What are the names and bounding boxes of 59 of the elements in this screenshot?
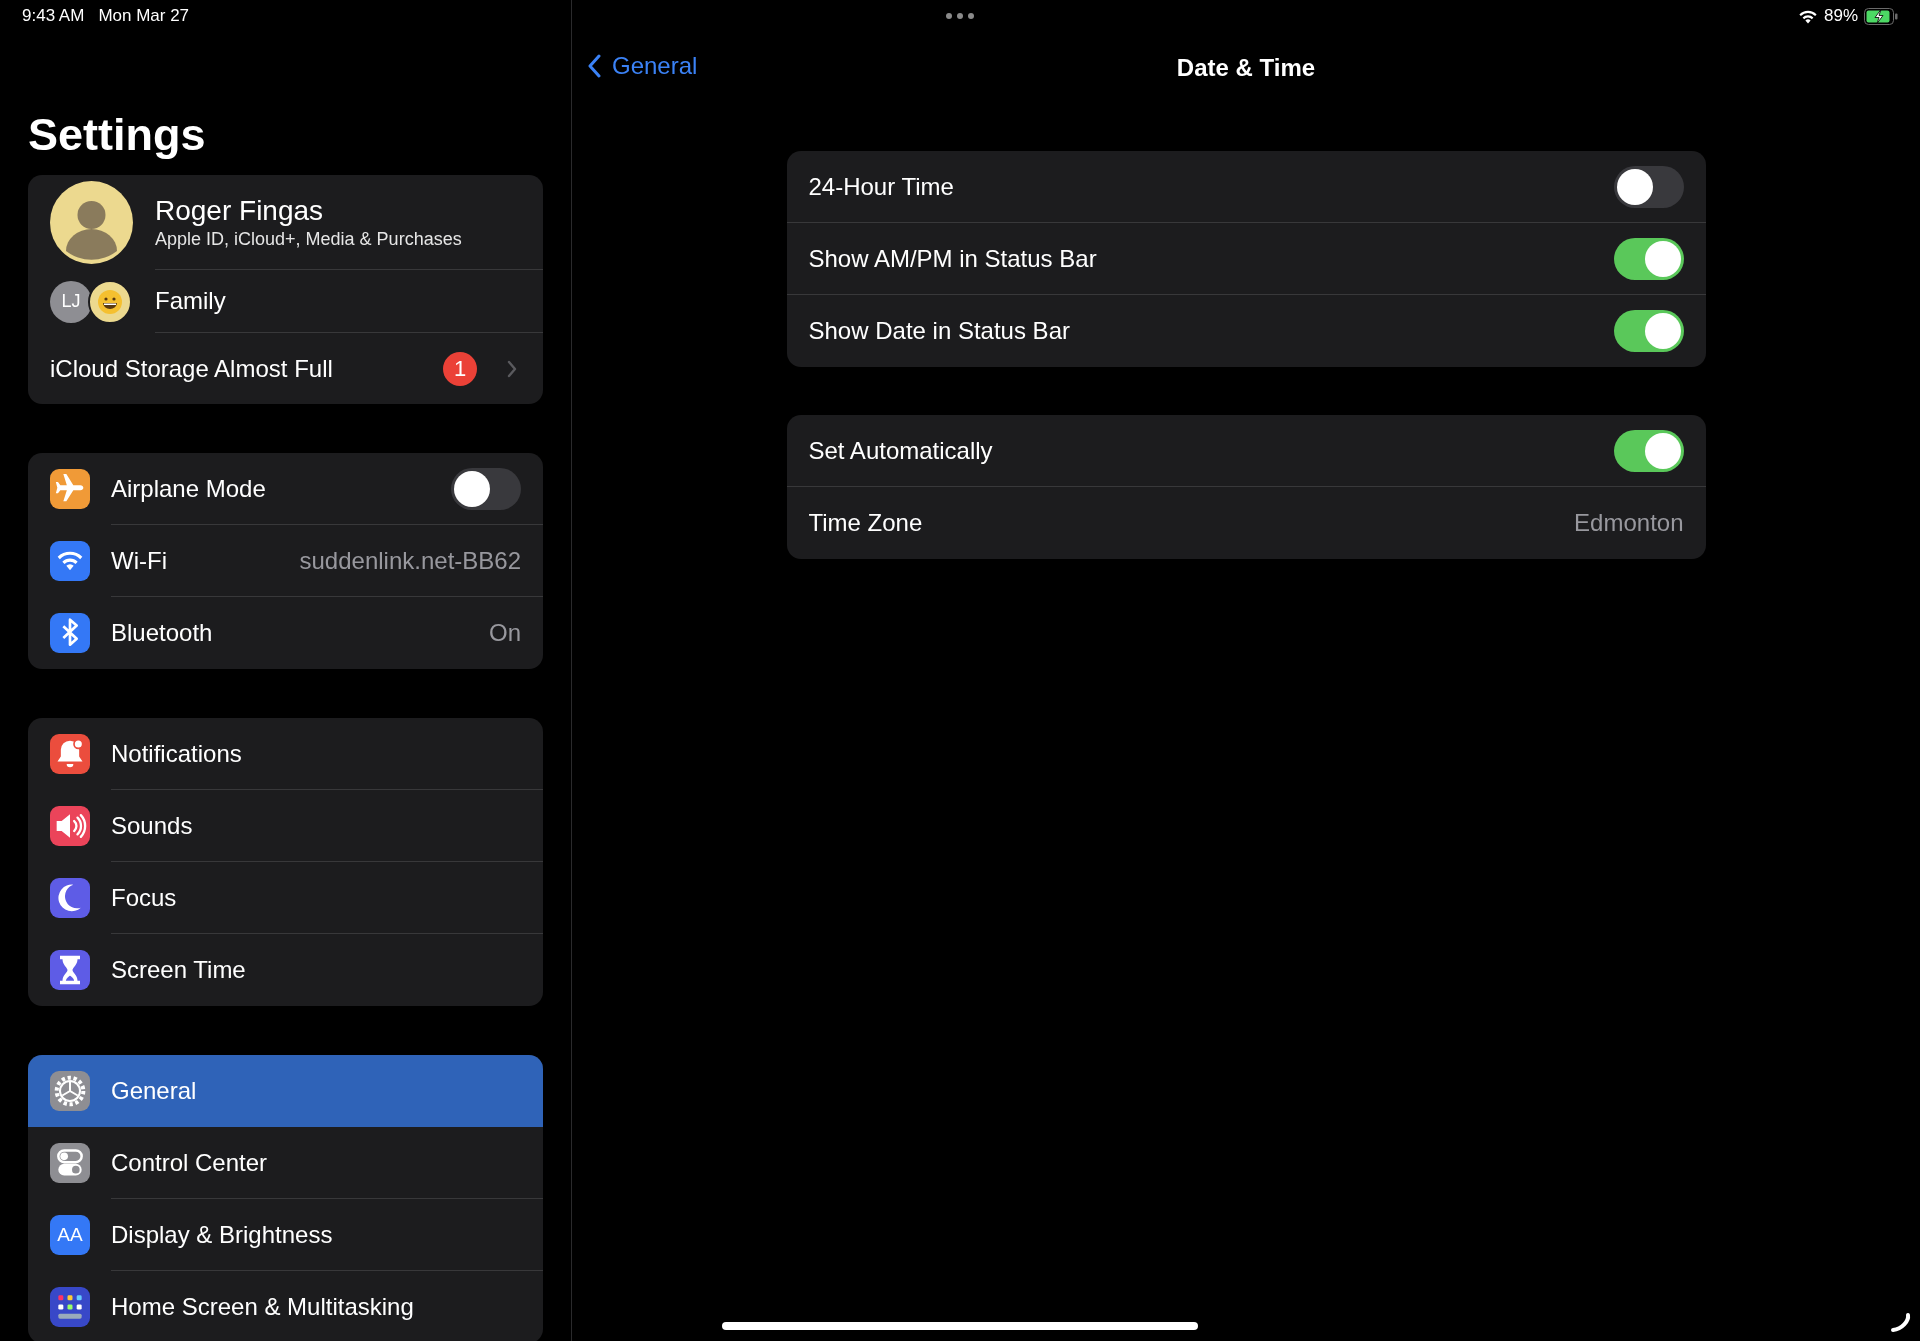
status-time: 9:43 AM: [22, 6, 85, 26]
row-label: Display & Brightness: [111, 1220, 333, 1249]
storage-alert-row[interactable]: iCloud Storage Almost Full 1: [28, 333, 543, 404]
row-label: Set Automatically: [808, 436, 993, 465]
wifi-icon: [1797, 8, 1818, 24]
page-title: Date & Time: [1176, 53, 1316, 83]
settings-item[interactable]: Control Center: [28, 1127, 543, 1199]
pencil-stroke-icon: [1888, 1312, 1912, 1334]
row-label: Time Zone: [808, 509, 923, 537]
row-value: Edmonton: [1574, 509, 1684, 537]
settings-item[interactable]: Screen Time: [28, 934, 543, 1006]
row-value: On: [489, 619, 521, 647]
smiley-icon: [88, 279, 132, 324]
toggle-switch[interactable]: [1613, 237, 1684, 280]
account-name: Roger Fingas: [155, 193, 325, 227]
row-label: Notifications: [111, 739, 242, 768]
settings-item[interactable]: Home Screen & Multitasking: [28, 1271, 543, 1341]
row-label: General: [111, 1077, 197, 1105]
chevron-right-icon: [507, 359, 517, 378]
row-label: Sounds: [111, 811, 193, 840]
settings-item[interactable]: Bluetooth On: [28, 597, 543, 669]
toggle-switch[interactable]: [1613, 165, 1684, 208]
page-title: Settings: [28, 108, 207, 162]
charging-battery-icon: [1864, 7, 1898, 25]
back-button[interactable]: General: [588, 52, 698, 80]
toggle-switch[interactable]: [451, 467, 521, 510]
row-label: Show AM/PM in Status Bar: [808, 244, 1097, 273]
family-row[interactable]: LJ Family: [28, 270, 543, 333]
toggle-switch[interactable]: [1613, 429, 1684, 472]
row-label: Family: [155, 270, 543, 333]
initials-avatar: LJ: [50, 280, 92, 323]
battery-percentage: 89%: [1823, 6, 1858, 26]
row-label: Bluetooth: [111, 619, 213, 647]
row-label: iCloud Storage Almost Full: [50, 354, 334, 383]
settings-item[interactable]: Airplane Mode: [28, 453, 543, 525]
chevron-left-icon: [588, 54, 602, 78]
settings-item[interactable]: Focus: [28, 862, 543, 934]
settings-item[interactable]: AA Display & Brightness: [28, 1199, 543, 1271]
toggle-switch[interactable]: [1613, 310, 1684, 352]
row-value: suddenlink.net-BB62: [299, 546, 521, 575]
text-size-icon: AA: [50, 1215, 90, 1255]
account-subtitle: Apple ID, iCloud+, Media & Purchases: [155, 227, 463, 251]
row-label: Home Screen & Multitasking: [111, 1293, 414, 1321]
settings-item[interactable]: Wi-Fi suddenlink.net-BB62: [28, 525, 543, 597]
status-date: Mon Mar 27: [98, 6, 190, 26]
multitasking-dots-icon: [945, 12, 975, 20]
row-label: Airplane Mode: [111, 474, 266, 503]
avatar-icon: [50, 181, 133, 264]
row-label: 24-Hour Time: [808, 172, 954, 201]
row-label: Show Date in Status Bar: [808, 317, 1070, 345]
row-label: Focus: [111, 883, 177, 912]
notification-badge: 1: [443, 351, 477, 386]
settings-item[interactable]: Sounds: [28, 790, 543, 862]
row-label: Wi-Fi: [111, 546, 167, 575]
settings-item[interactable]: Notifications: [28, 718, 543, 790]
row-label: Screen Time: [111, 956, 246, 984]
profile-row[interactable]: Roger Fingas Apple ID, iCloud+, Media & Purchases: [28, 175, 543, 270]
row-label: Control Center: [111, 1148, 268, 1177]
settings-item[interactable]: General: [28, 1055, 543, 1127]
